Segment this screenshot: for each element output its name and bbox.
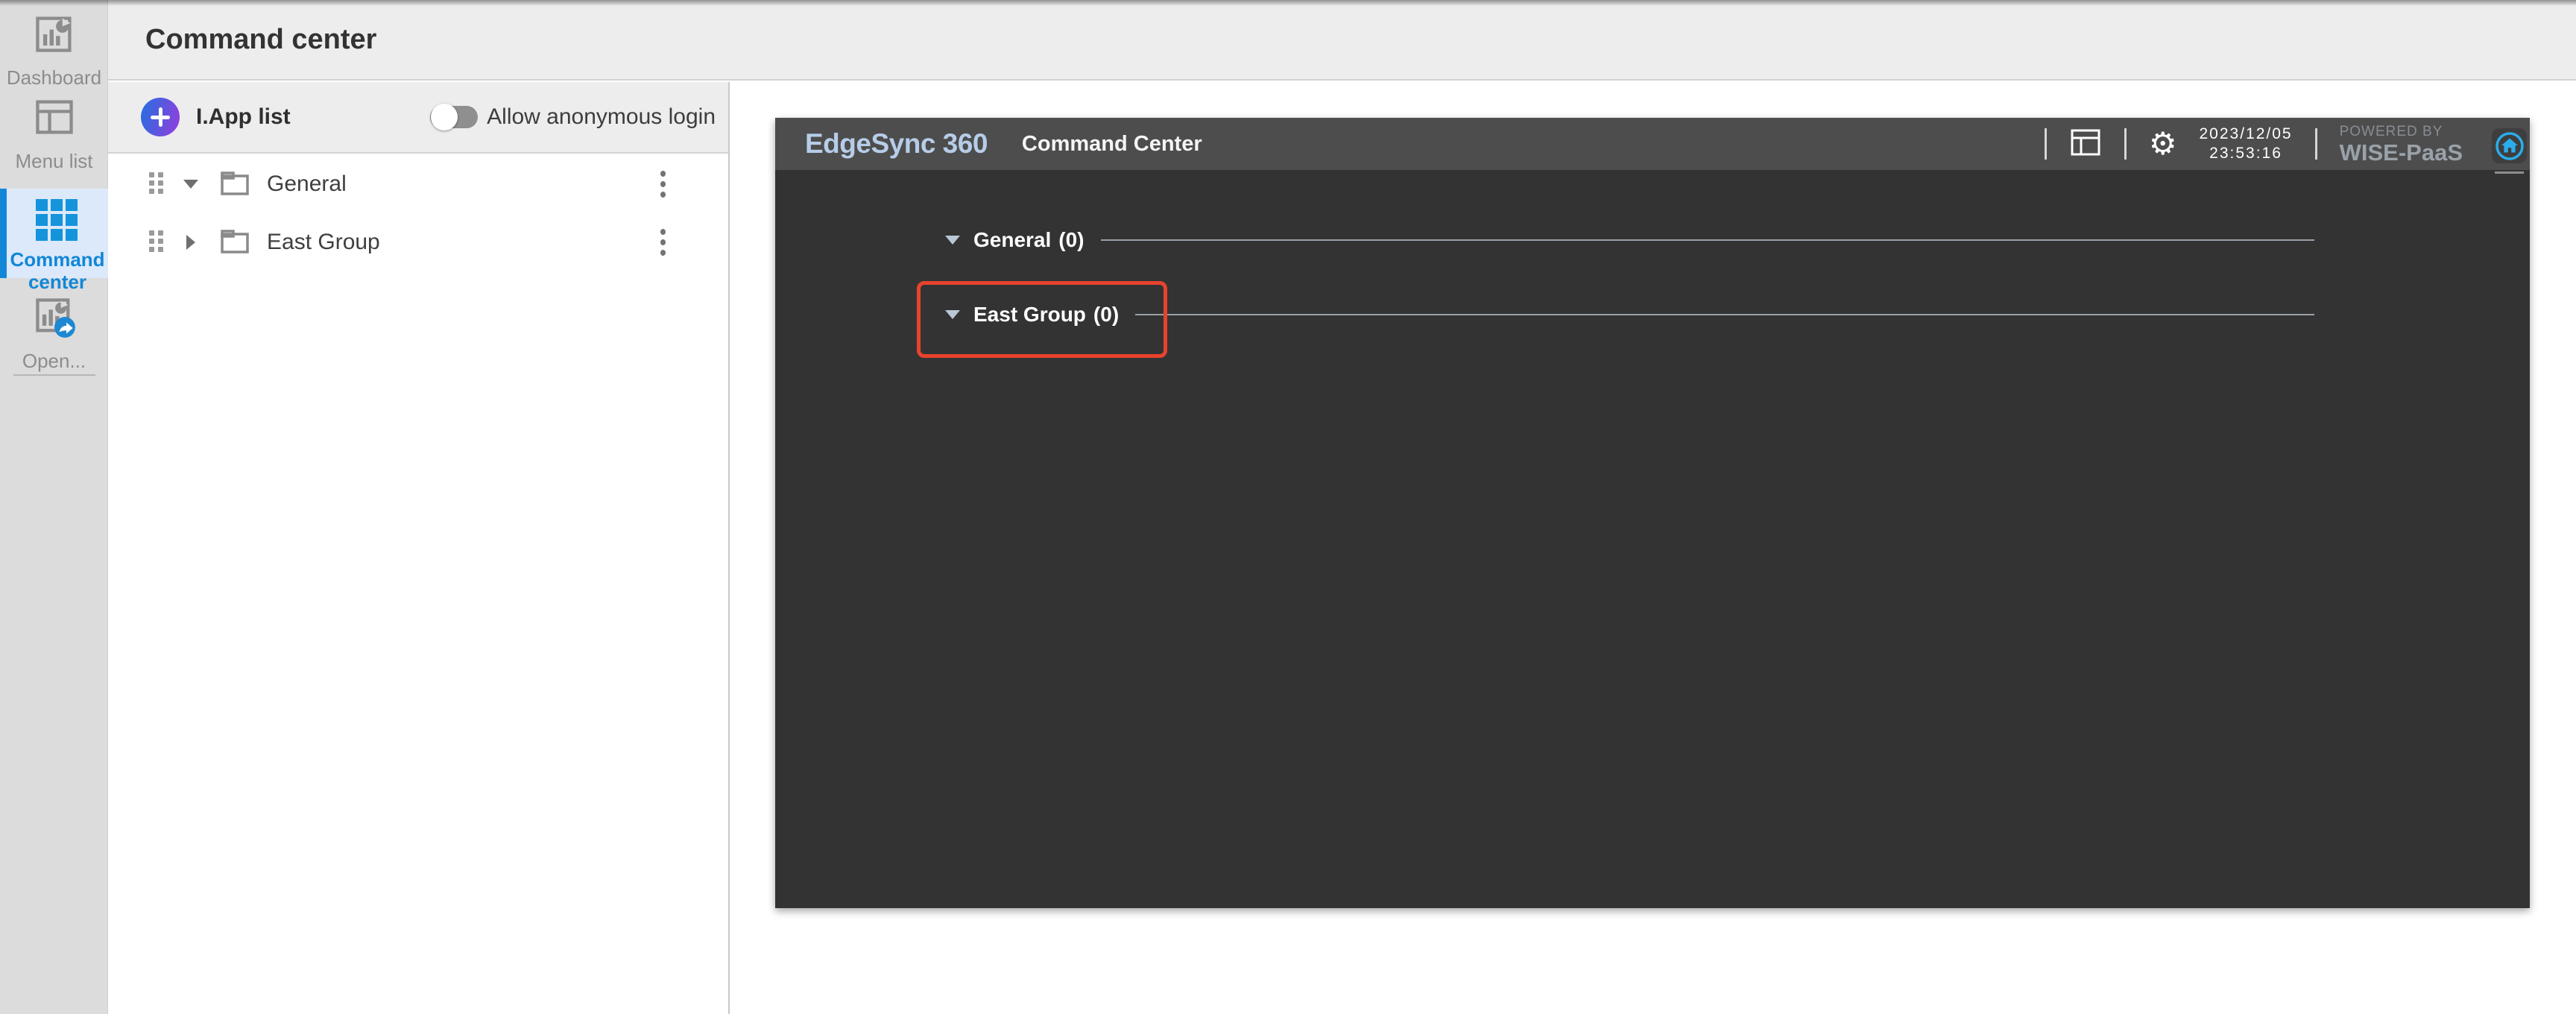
group-rule-line xyxy=(1135,314,2314,315)
wise-paas-text: WISE-PaaS xyxy=(2339,139,2463,166)
header-separator xyxy=(2314,128,2317,160)
sidebar-item-label: Command center xyxy=(10,248,105,293)
group-row-east-group[interactable]: East Group (0) xyxy=(945,300,2314,330)
header-separator xyxy=(2124,128,2127,160)
tree-item-name: East Group xyxy=(267,230,380,254)
menu-layout-icon xyxy=(33,95,76,142)
time-text: 23:53:16 xyxy=(2209,145,2282,162)
folder-icon xyxy=(218,225,252,260)
grid-icon xyxy=(36,199,79,241)
powered-by-logo: POWERED BY WISE-PaaS xyxy=(2340,125,2463,164)
kebab-menu-icon[interactable] xyxy=(656,224,670,260)
drag-handle-icon[interactable] xyxy=(149,230,164,254)
iapp-list-header: I.App list Allow anonymous login xyxy=(108,82,729,154)
header-separator xyxy=(2044,128,2047,160)
group-count: (0) xyxy=(1093,303,1120,326)
toggle-knob xyxy=(431,104,458,130)
folder-icon xyxy=(218,167,252,202)
page-header: Command center xyxy=(108,0,2576,81)
sidebar-item-dashboard[interactable]: Dashboard xyxy=(0,12,108,89)
edgesync-header-controls: ⚙ 2023/12/05 23:53:16 POWERED BY WISE-Pa… xyxy=(2044,125,2463,164)
drag-handle-icon[interactable] xyxy=(149,172,164,196)
gear-icon[interactable]: ⚙ xyxy=(2149,128,2177,160)
group-caret-icon[interactable] xyxy=(945,236,960,245)
sidebar-divider xyxy=(13,374,95,376)
expand-caret[interactable] xyxy=(164,180,218,189)
sidebar-item-open[interactable]: Open... xyxy=(0,295,108,372)
group-name: General xyxy=(973,228,1052,251)
open-external-chart-icon xyxy=(33,295,76,342)
edgesync-body: General (0) East Group (0) xyxy=(775,170,2487,908)
page-title: Command center xyxy=(145,23,377,55)
strip-divider xyxy=(2495,171,2524,174)
group-name: East Group xyxy=(973,303,1086,326)
group-rule-line xyxy=(1100,239,2314,241)
sidebar-item-menu-list[interactable]: Menu list xyxy=(0,95,108,172)
dashboard-chart-icon xyxy=(33,12,76,59)
edgesync-preview-panel: EdgeSync 360 Command Center ⚙ 2023/12/05… xyxy=(775,118,2530,908)
group-count: (0) xyxy=(1058,228,1085,251)
date-text: 2023/12/05 xyxy=(2199,125,2293,142)
powered-by-text: POWERED BY xyxy=(2339,123,2443,139)
edgesync-brand: EdgeSync 360 xyxy=(805,128,988,159)
iapp-list-title: I.App list xyxy=(196,104,291,129)
home-icon xyxy=(2495,131,2524,160)
tree-row-general[interactable]: General xyxy=(108,155,728,213)
app-sidebar: Dashboard Menu list Command center Open.… xyxy=(0,0,108,1014)
edgesync-title: Command Center xyxy=(1021,131,1202,156)
tree-row-east-group[interactable]: East Group xyxy=(108,213,728,271)
edgesync-header: EdgeSync 360 Command Center ⚙ 2023/12/05… xyxy=(775,118,2530,170)
tree-item-name: General xyxy=(267,171,347,196)
expand-caret[interactable] xyxy=(164,235,218,250)
group-caret-icon[interactable] xyxy=(945,310,960,319)
group-row-general[interactable]: General (0) xyxy=(945,225,2314,255)
panel-splitter[interactable] xyxy=(728,82,730,1014)
sidebar-item-label: Open... xyxy=(22,350,86,372)
sidebar-item-command-center[interactable]: Command center xyxy=(0,189,108,293)
iapp-tree-list: General East Group xyxy=(108,155,728,271)
datetime-display: 2023/12/05 23:53:16 xyxy=(2200,125,2293,163)
allow-anonymous-login-label: Allow anonymous login xyxy=(487,104,716,129)
allow-anonymous-login-toggle[interactable] xyxy=(430,101,479,133)
sidebar-item-label: Menu list xyxy=(15,150,93,172)
home-button[interactable] xyxy=(2492,128,2527,163)
screen: Dashboard Menu list Command center Open.… xyxy=(0,0,2576,1014)
kebab-menu-icon[interactable] xyxy=(656,166,670,202)
dashboard-layout-icon[interactable] xyxy=(2069,127,2102,161)
sidebar-item-label: Dashboard xyxy=(6,66,102,89)
add-app-button[interactable] xyxy=(141,98,180,136)
